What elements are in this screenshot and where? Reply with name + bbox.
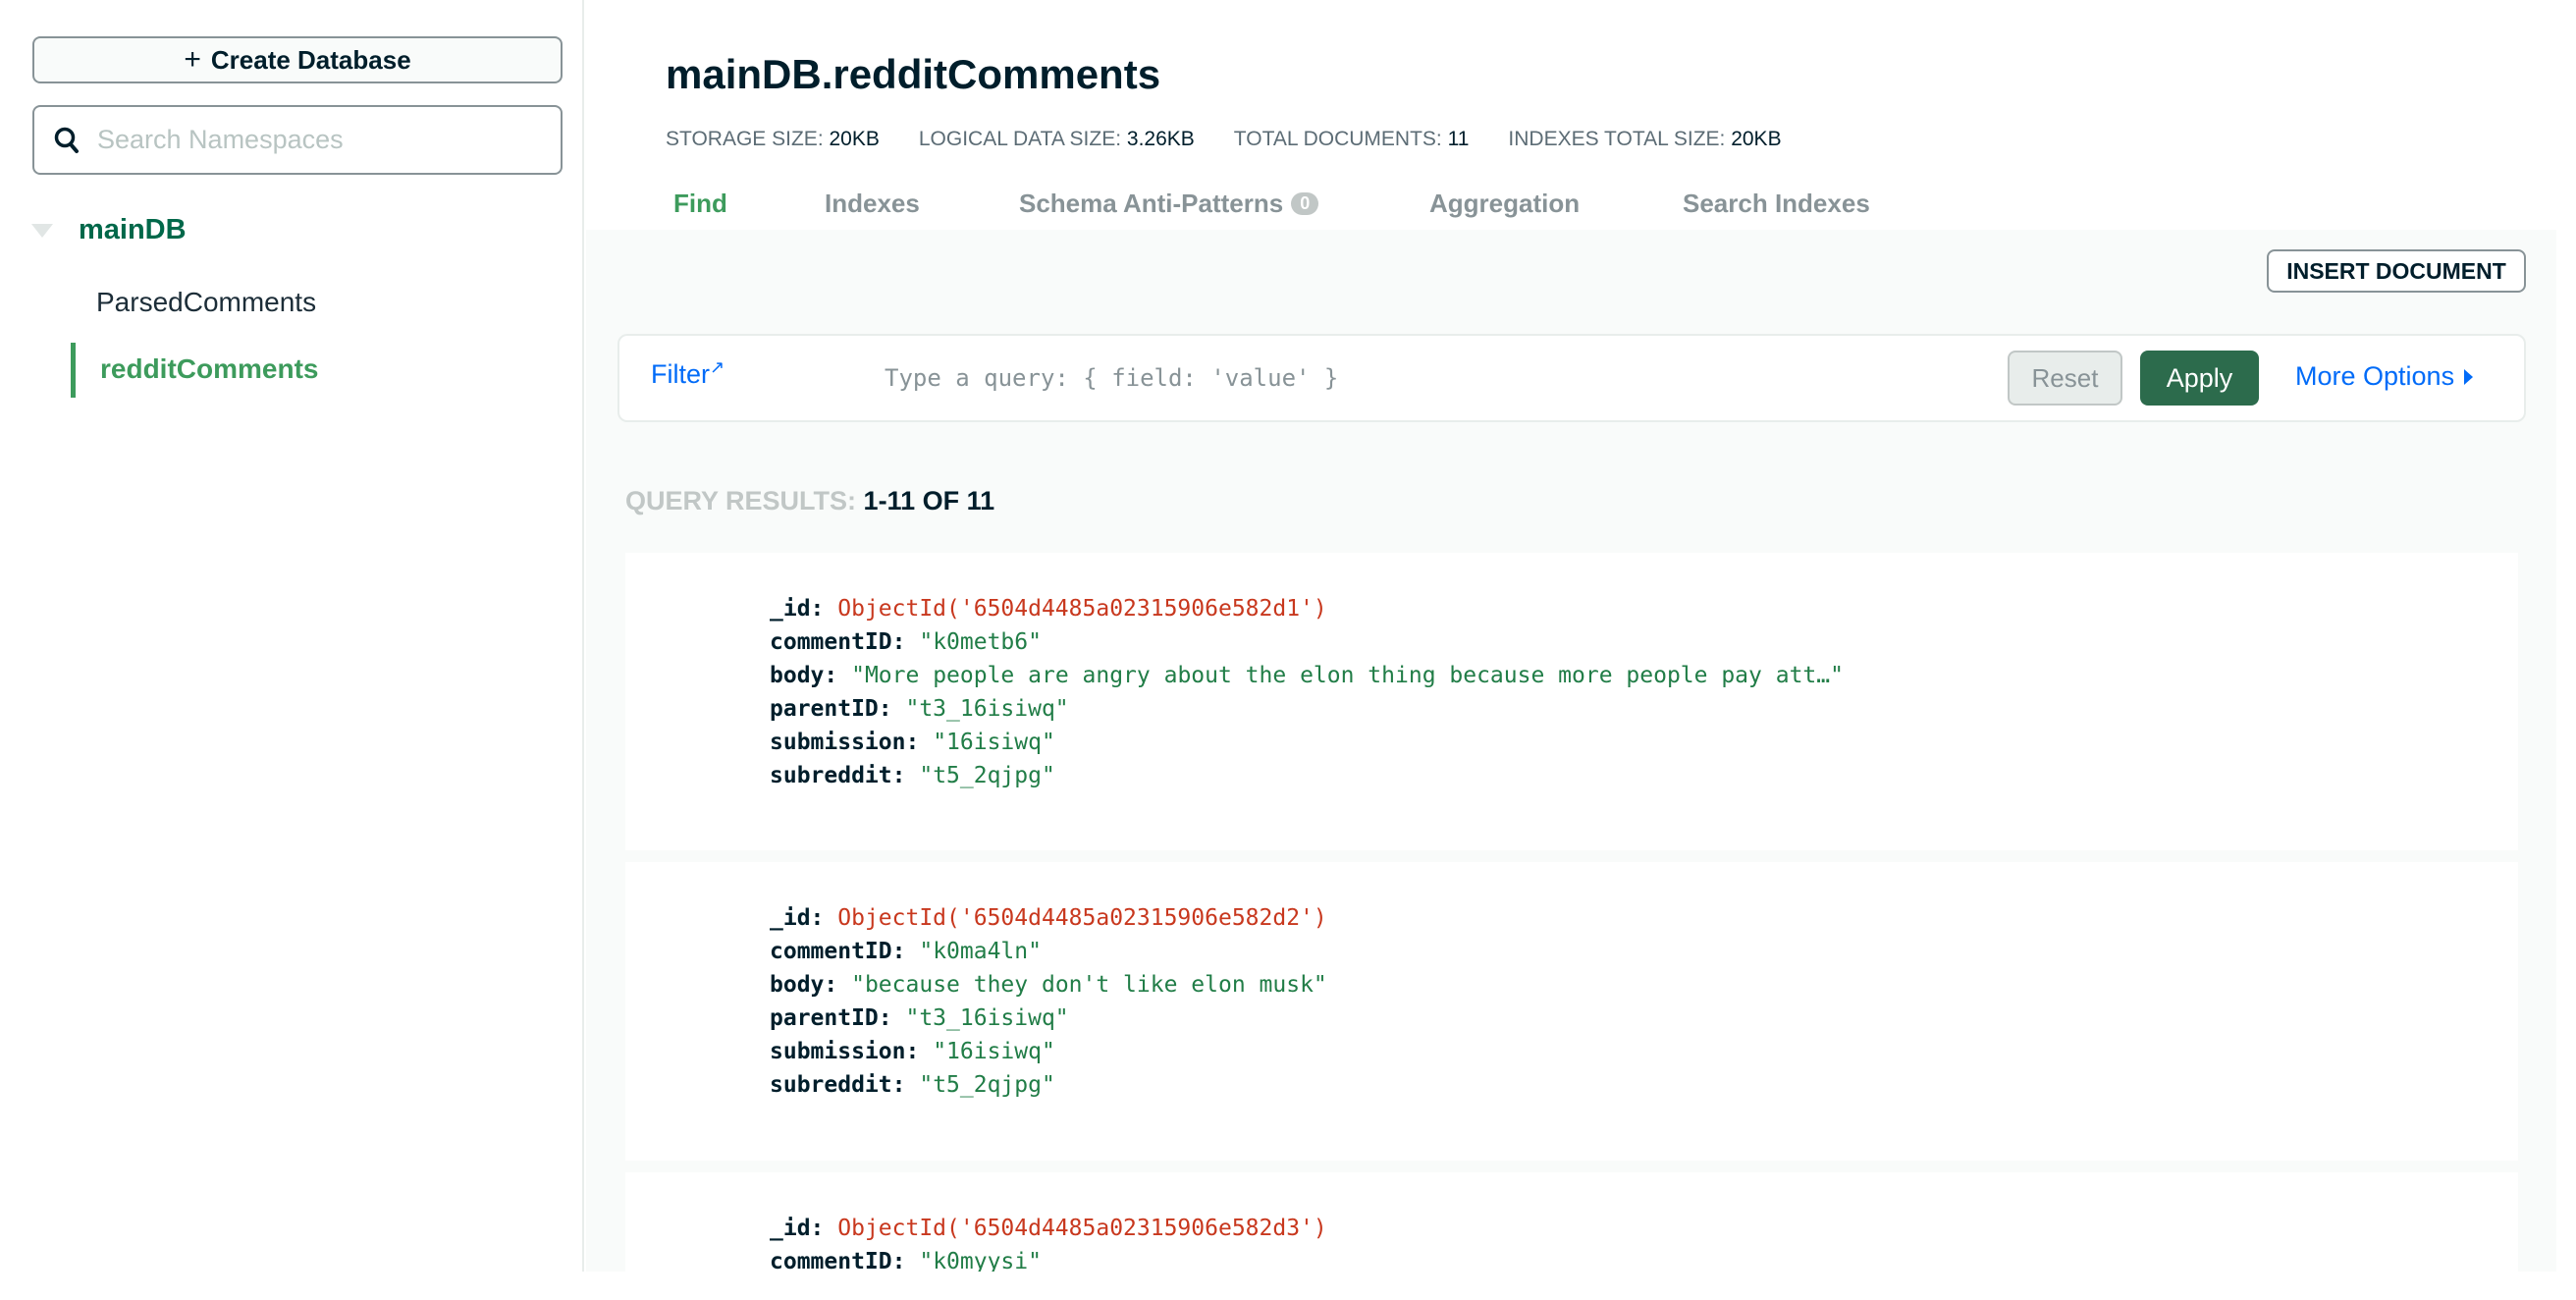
document-card[interactable]: _id: ObjectId('6504d4485a02315906e582d3'… (625, 1172, 2518, 1272)
filter-label: Filter (651, 359, 710, 389)
field-commentid: commentID: "k0ma4ln" (770, 939, 1042, 964)
filter-bar: Filter↗ Reset Apply More Options (617, 334, 2526, 422)
collection-item-redditcomments[interactable]: redditComments (100, 353, 318, 385)
tab-schema-anti-patterns[interactable]: Schema Anti-Patterns 0 (1019, 189, 1319, 219)
tab-search-indexes[interactable]: Search Indexes (1683, 189, 1870, 219)
reset-button[interactable]: Reset (2008, 351, 2122, 406)
database-name: mainDB (79, 214, 187, 245)
stat-total-documents: TOTAL DOCUMENTS: 11 (1233, 128, 1470, 150)
search-input[interactable] (97, 125, 529, 155)
tab-find[interactable]: Find (673, 189, 727, 219)
more-options-label: More Options (2295, 361, 2455, 391)
collection-stats: STORAGE SIZE: 20KB LOGICAL DATA SIZE: 3.… (666, 128, 1782, 151)
field-parentid: parentID: "t3_16isiwq" (770, 1005, 1069, 1031)
document-card[interactable]: _id: ObjectId('6504d4485a02315906e582d1'… (625, 553, 2518, 850)
field-submission: submission: "16isiwq" (770, 730, 1055, 755)
field-body: body: "because they don't like elon musk… (770, 972, 1327, 998)
more-options-button[interactable]: More Options (2295, 361, 2474, 392)
create-database-label: Create Database (210, 44, 411, 75)
search-namespaces[interactable] (32, 105, 563, 175)
results-range: 1-11 OF 11 (863, 486, 995, 515)
field-submission: submission: "16isiwq" (770, 1039, 1055, 1064)
plus-icon: + (184, 43, 201, 76)
field-id: _id: ObjectId('6504d4485a02315906e582d3'… (770, 1216, 1327, 1241)
database-item-maindb[interactable]: mainDB (31, 214, 187, 246)
query-results-label: QUERY RESULTS: 1-11 OF 11 (625, 486, 995, 515)
filter-link[interactable]: Filter↗ (651, 357, 724, 390)
stat-logical-data-size: LOGICAL DATA SIZE: 3.26KB (918, 128, 1195, 150)
active-indicator (71, 343, 76, 398)
field-commentid: commentID: "k0myysi" (770, 1249, 1042, 1272)
caret-right-icon (2464, 368, 2474, 385)
field-body: body: "More people are angry about the e… (770, 663, 1844, 688)
stat-indexes-total-size: INDEXES TOTAL SIZE: 20KB (1508, 128, 1782, 150)
create-database-button[interactable]: + Create Database (32, 36, 563, 83)
insert-document-button[interactable]: INSERT DOCUMENT (2267, 249, 2526, 293)
external-link-icon: ↗ (710, 357, 725, 377)
tab-label: Schema Anti-Patterns (1019, 189, 1284, 218)
document-card[interactable]: _id: ObjectId('6504d4485a02315906e582d2'… (625, 862, 2518, 1161)
search-icon (54, 127, 79, 153)
apply-button[interactable]: Apply (2140, 351, 2259, 406)
count-badge: 0 (1291, 192, 1319, 215)
tab-aggregation[interactable]: Aggregation (1429, 189, 1580, 219)
stat-storage-size: STORAGE SIZE: 20KB (666, 128, 880, 150)
field-subreddit: subreddit: "t5_2qjpg" (770, 763, 1055, 788)
page-title: mainDB.redditComments (666, 51, 1161, 97)
collection-item-parsedcomments[interactable]: ParsedComments (96, 287, 316, 318)
field-id: _id: ObjectId('6504d4485a02315906e582d2'… (770, 905, 1327, 931)
field-commentid: commentID: "k0metb6" (770, 629, 1042, 655)
caret-down-icon[interactable] (31, 223, 53, 238)
field-subreddit: subreddit: "t5_2qjpg" (770, 1072, 1055, 1098)
sidebar: + Create Database mainDB ParsedComments … (0, 0, 584, 1272)
tab-indexes[interactable]: Indexes (825, 189, 920, 219)
query-input[interactable] (885, 355, 1905, 401)
field-id: _id: ObjectId('6504d4485a02315906e582d1'… (770, 596, 1327, 622)
field-parentid: parentID: "t3_16isiwq" (770, 696, 1069, 722)
